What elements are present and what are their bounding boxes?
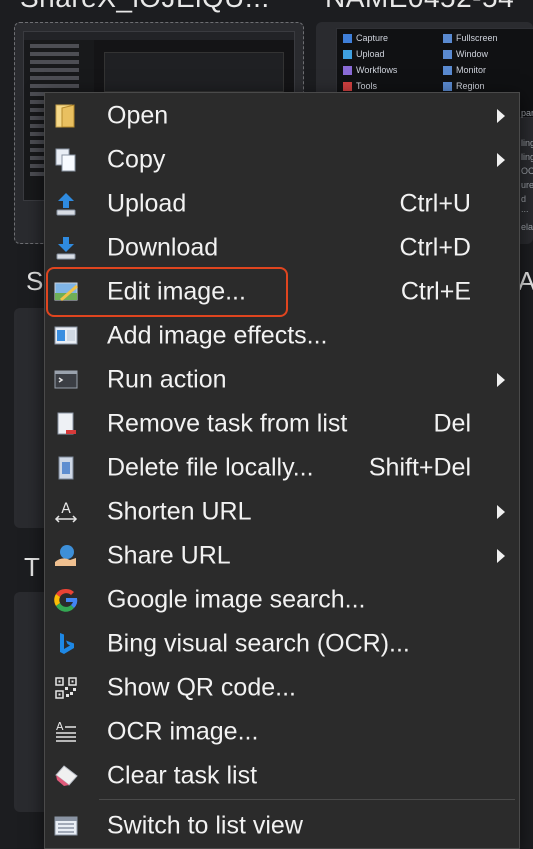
bing-icon <box>51 629 81 659</box>
menu-item-label: Share URL <box>107 541 231 570</box>
folder-open-icon <box>51 101 81 131</box>
share-url-icon <box>51 541 81 571</box>
menu-item-label: Add image effects... <box>107 321 328 350</box>
menu-item-label: Edit image... <box>107 277 246 306</box>
svg-text:A: A <box>56 720 64 733</box>
menu-item-show-qr-code[interactable]: Show QR code... <box>45 668 519 708</box>
menu-item-label: Switch to list view <box>107 811 303 840</box>
menu-item-google-image-search[interactable]: Google image search... <box>45 580 519 620</box>
menu-item-remove-task[interactable]: Remove task from list Del <box>45 404 519 444</box>
upload-icon <box>51 189 81 219</box>
menu-item-add-image-effects[interactable]: Add image effects... <box>45 316 519 356</box>
shortcut-label: Shift+Del <box>368 453 471 482</box>
menu-item-label: Clear task list <box>107 761 258 790</box>
menu-item-shorten-url[interactable]: A Shorten URL <box>45 492 519 532</box>
menu-item-copy[interactable]: Copy <box>45 140 519 180</box>
edit-image-icon <box>51 277 81 307</box>
thumbnail-title-1: ShareX_iOJEiQU... <box>20 0 270 14</box>
menu-item-upload[interactable]: Upload Ctrl+U <box>45 184 519 224</box>
google-icon <box>51 585 81 615</box>
menu-item-label: Remove task from list <box>107 409 348 438</box>
menu-item-label: Show QR code... <box>107 673 296 702</box>
shortcut-label: Ctrl+E <box>400 277 471 306</box>
section-heading-2: T <box>24 552 40 582</box>
section-heading-1-right: A <box>518 266 533 296</box>
menu-item-clear-task-list[interactable]: Clear task list <box>45 756 519 796</box>
remove-task-icon <box>51 409 81 439</box>
qr-code-icon <box>51 673 81 703</box>
menu-item-edit-image[interactable]: Edit image... Ctrl+E <box>45 272 519 312</box>
menu-item-label: Run action <box>107 365 227 394</box>
menu-item-bing-visual-search[interactable]: Bing visual search (OCR)... <box>45 624 519 664</box>
menu-item-switch-to-list-view[interactable]: Switch to list view <box>45 806 519 846</box>
shortcut-label: Ctrl+U <box>399 189 471 218</box>
image-effects-icon <box>51 321 81 351</box>
ocr-icon: A <box>51 717 81 747</box>
menu-item-label: Shorten URL <box>107 497 252 526</box>
eraser-icon <box>51 761 81 791</box>
menu-separator <box>99 799 515 800</box>
menu-item-share-url[interactable]: Share URL <box>45 536 519 576</box>
section-heading-1: S <box>26 266 44 296</box>
shortcut-label: Del <box>433 409 471 438</box>
menu-item-label: Google image search... <box>107 585 366 614</box>
submenu-arrow-icon <box>497 109 505 123</box>
menu-item-download[interactable]: Download Ctrl+D <box>45 228 519 268</box>
menu-item-delete-file[interactable]: Delete file locally... Shift+Del <box>45 448 519 488</box>
menu-item-label: Delete file locally... <box>107 453 314 482</box>
submenu-arrow-icon <box>497 153 505 167</box>
submenu-arrow-icon <box>497 549 505 563</box>
download-icon <box>51 233 81 263</box>
menu-item-ocr-image[interactable]: A OCR image... <box>45 712 519 752</box>
menu-item-label: Upload <box>107 189 187 218</box>
menu-item-label: Bing visual search (OCR)... <box>107 629 410 658</box>
submenu-arrow-icon <box>497 505 505 519</box>
menu-item-run-action[interactable]: Run action <box>45 360 519 400</box>
shortcut-label: Ctrl+D <box>399 233 471 262</box>
delete-file-icon <box>51 453 81 483</box>
svg-text:A: A <box>61 501 71 517</box>
sharex-window: ShareX_iOJEiQU... NAME0452-54 Capture Up… <box>0 0 533 849</box>
menu-item-label: Download <box>107 233 219 262</box>
thumbnail-title-2: NAME0452-54 <box>325 0 514 14</box>
menu-item-open[interactable]: Open <box>45 96 519 136</box>
menu-item-label: Open <box>107 101 169 130</box>
shorten-url-icon: A <box>51 497 81 527</box>
copy-icon <box>51 145 81 175</box>
menu-item-label: OCR image... <box>107 717 259 746</box>
list-view-icon <box>51 811 81 841</box>
context-menu: Open Copy Upload Ctrl+U Download Ctrl+D <box>44 92 520 849</box>
terminal-icon <box>51 365 81 395</box>
submenu-arrow-icon <box>497 373 505 387</box>
menu-item-label: Copy <box>107 145 166 174</box>
